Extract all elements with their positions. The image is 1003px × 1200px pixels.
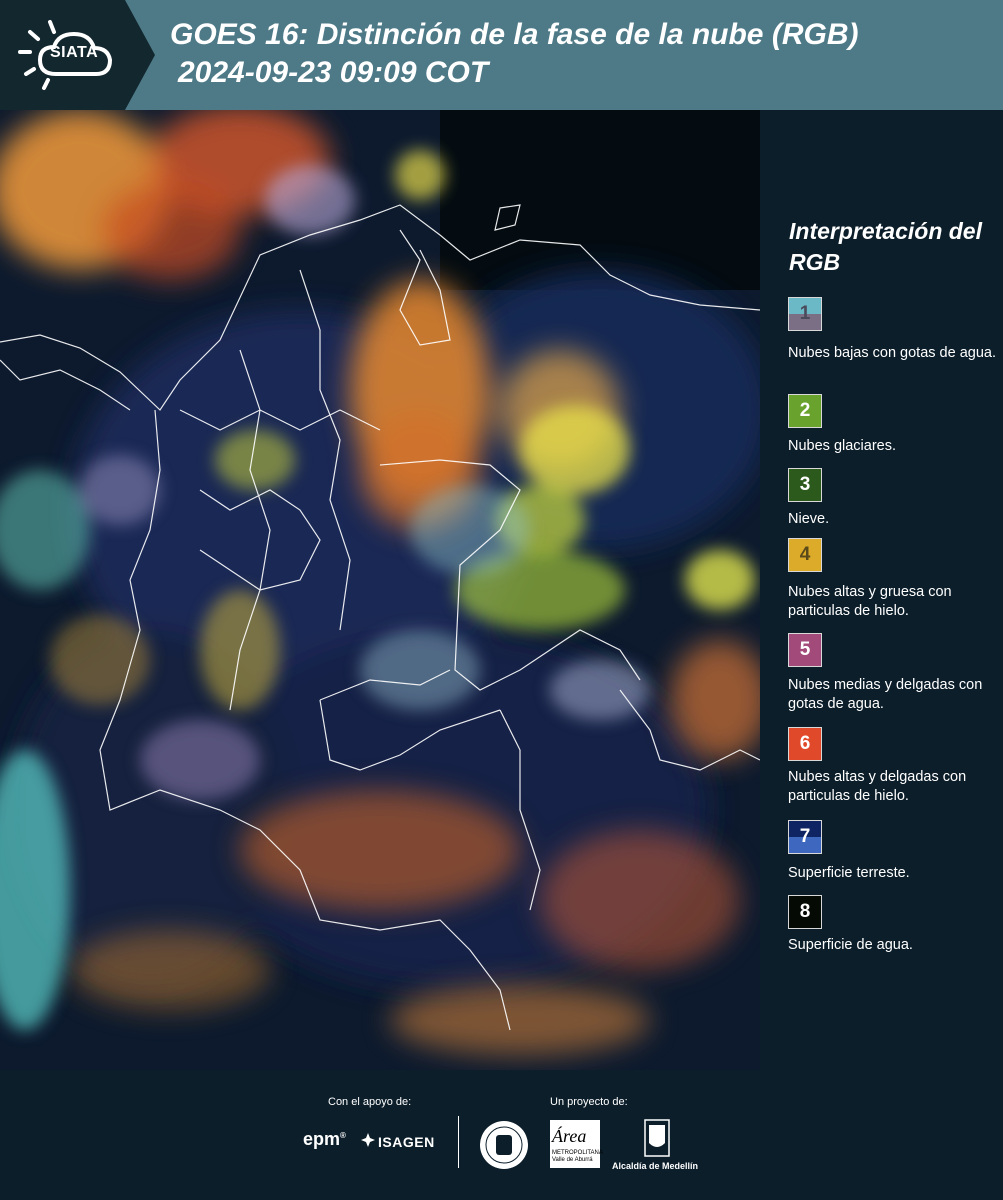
legend-swatch-3: 3 bbox=[788, 468, 822, 502]
legend-number: 6 bbox=[799, 733, 811, 754]
university-seal-icon bbox=[480, 1121, 528, 1169]
legend-label-5: Nubes medias y delgadas con gotas de agu… bbox=[788, 677, 983, 712]
footer: Con el apoyo de: Un proyecto de: epm® IS… bbox=[0, 1070, 1003, 1200]
area-metropolitana-logo: Área METROPOLITANA Valle de Aburrá bbox=[550, 1120, 603, 1168]
legend-number: 8 bbox=[799, 901, 811, 922]
page-subtitle: 2024-09-23 09:09 COT bbox=[178, 56, 489, 89]
legend-label-4: Nubes altas y gruesa con particulas de h… bbox=[788, 584, 952, 619]
legend-label-7: Superficie terreste. bbox=[788, 865, 910, 881]
legend-number: 5 bbox=[799, 639, 811, 660]
legend-number: 2 bbox=[799, 400, 811, 421]
legend-label-6: Nubes altas y delgadas con particulas de… bbox=[788, 769, 967, 804]
support-label: Con el apoyo de: bbox=[328, 1096, 412, 1108]
legend-label-3: Nieve. bbox=[788, 511, 830, 527]
logo-text: SIATA bbox=[50, 44, 99, 61]
legend-swatch-4: 4 bbox=[788, 538, 822, 572]
area-sub: METROPOLITANA Valle de Aburrá bbox=[552, 1150, 603, 1163]
footer-divider bbox=[458, 1116, 459, 1168]
legend-swatch-6: 6 bbox=[788, 727, 822, 761]
legend-number: 7 bbox=[799, 826, 811, 847]
project-label: Un proyecto de: bbox=[550, 1096, 628, 1108]
legend-number: 1 bbox=[799, 303, 811, 324]
legend-number: 3 bbox=[799, 474, 811, 495]
siata-logo: SIATA bbox=[0, 0, 155, 110]
legend-title: Interpretación del RGB bbox=[789, 218, 982, 275]
header: SIATA GOES 16: Distinción de la fase de … bbox=[0, 0, 1003, 110]
isagen-icon bbox=[361, 1133, 375, 1147]
legend-swatch-7: 7 bbox=[788, 820, 822, 854]
legend-label-8: Superficie de agua. bbox=[788, 937, 913, 953]
legend-swatch-1: 1 bbox=[788, 297, 822, 331]
legend-label-1: Nubes bajas con gotas de agua. bbox=[788, 345, 996, 361]
legend-panel: Interpretación del RGB 1 Nubes bajas con… bbox=[760, 110, 1003, 1070]
epm-logo: epm® bbox=[303, 1129, 346, 1149]
satellite-image bbox=[0, 110, 760, 1070]
epm-text: epm bbox=[303, 1129, 341, 1149]
alcaldia-text: Alcaldía de Medellín bbox=[612, 1161, 699, 1171]
legend-swatch-5: 5 bbox=[788, 633, 822, 667]
page-title: GOES 16: Distinción de la fase de la nub… bbox=[170, 18, 859, 51]
legend-label-2: Nubes glaciares. bbox=[788, 438, 896, 454]
isagen-logo: ISAGEN bbox=[378, 1134, 435, 1150]
alcaldia-shield-icon bbox=[644, 1119, 670, 1157]
satellite-map[interactable] bbox=[0, 110, 760, 1070]
legend-swatch-8: 8 bbox=[788, 895, 822, 929]
legend-swatch-2: 2 bbox=[788, 394, 822, 428]
legend-number: 4 bbox=[799, 544, 811, 565]
area-text: Área bbox=[552, 1126, 587, 1146]
